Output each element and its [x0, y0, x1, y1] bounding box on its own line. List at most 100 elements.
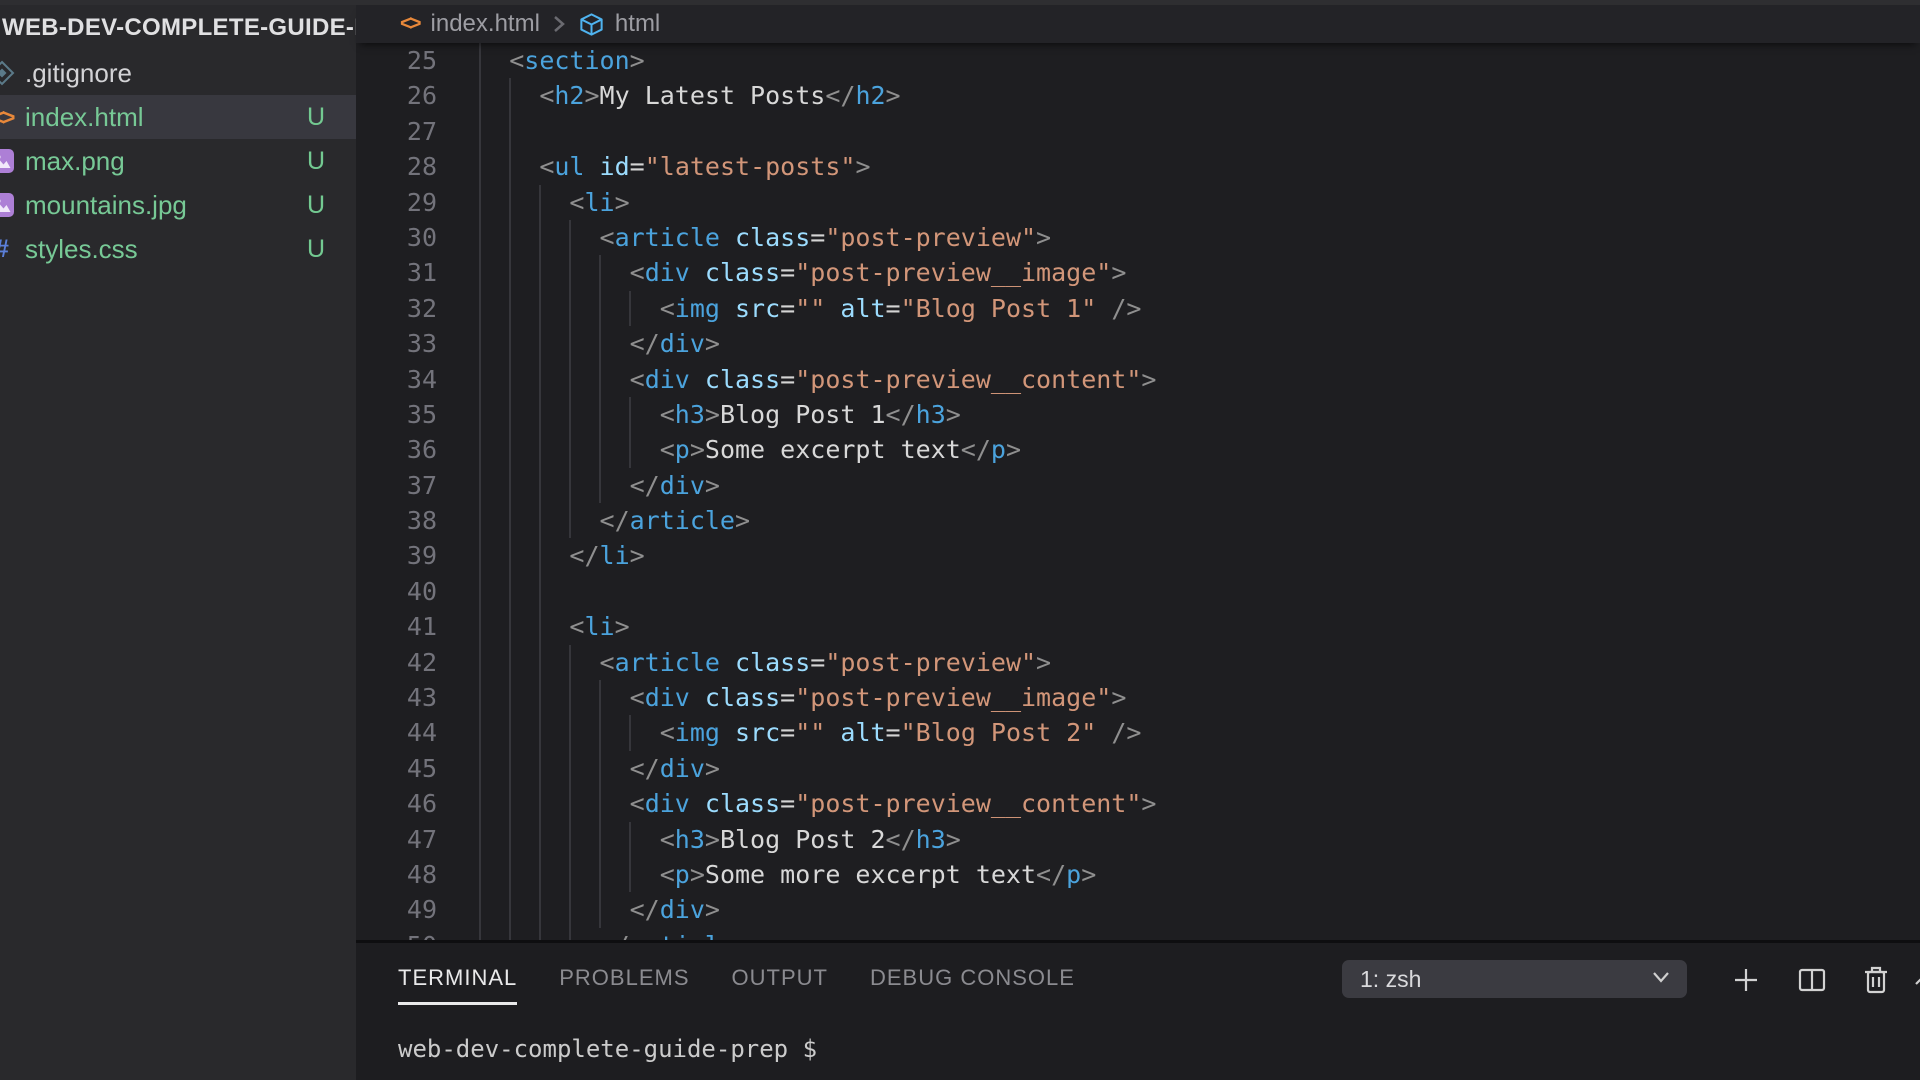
indent-guide: [599, 822, 601, 857]
code-line[interactable]: 46 <div class="post-preview__content">: [356, 786, 1920, 821]
code-content: </div>: [437, 468, 720, 503]
code-line[interactable]: 31 <div class="post-preview__image">: [356, 255, 1920, 290]
code-line[interactable]: 43 <div class="post-preview__image">: [356, 680, 1920, 715]
chevron-up-icon[interactable]: [1910, 964, 1920, 996]
code-line[interactable]: 48 <p>Some more excerpt text</p>: [356, 857, 1920, 892]
code-line[interactable]: 37 </div>: [356, 468, 1920, 503]
explorer-section-header[interactable]: WEB-DEV-COMPLETE-GUIDE-P...: [0, 5, 356, 51]
sidebar-file-index-html[interactable]: <>index.htmlU: [0, 95, 356, 139]
code-line[interactable]: 49 </div>: [356, 892, 1920, 927]
line-number: 26: [356, 78, 437, 113]
indent-guide: [479, 291, 481, 326]
token-tag: p: [1066, 860, 1081, 889]
indent-guide: [479, 362, 481, 397]
token-pun: </: [569, 541, 599, 570]
token-txt: [720, 718, 735, 747]
indent-guide: [629, 857, 631, 892]
indent-guide: [569, 397, 571, 432]
code-line[interactable]: 34 <div class="post-preview__content">: [356, 362, 1920, 397]
indent-guide: [599, 715, 601, 750]
sidebar-file--gitignore[interactable]: .gitignore: [0, 51, 356, 95]
panel-tab-debug-console[interactable]: DEBUG CONSOLE: [870, 953, 1075, 1005]
indent-guide: [509, 220, 511, 255]
line-number: 40: [356, 574, 437, 609]
indent-guide: [479, 574, 481, 609]
sidebar-file-max-png[interactable]: max.pngU: [0, 139, 356, 183]
token-tag: p: [991, 435, 1006, 464]
code-line[interactable]: 29 <li>: [356, 185, 1920, 220]
line-number: 35: [356, 397, 437, 432]
indent-guide: [539, 397, 541, 432]
line-number: 36: [356, 432, 437, 467]
token-tag: article: [615, 223, 720, 252]
code-line[interactable]: 40: [356, 574, 1920, 609]
token-pun: >: [1141, 789, 1156, 818]
token-attr: class: [705, 365, 780, 394]
breadcrumb-file[interactable]: index.html: [431, 10, 540, 38]
token-txt: [825, 294, 840, 323]
explorer-file-list: .gitignore<>index.htmlUmax.pngUmountains…: [0, 51, 356, 271]
code-line[interactable]: 41 <li>: [356, 609, 1920, 644]
code-line[interactable]: 47 <h3>Blog Post 2</h3>: [356, 822, 1920, 857]
indent-guide: [509, 928, 511, 940]
code-line[interactable]: 50 </article>: [356, 928, 1920, 940]
new-terminal-button[interactable]: [1730, 964, 1762, 996]
line-number: 46: [356, 786, 437, 821]
code-line[interactable]: 42 <article class="post-preview">: [356, 645, 1920, 680]
token-pun: >: [705, 329, 720, 358]
token-pun: </: [630, 895, 660, 924]
code-line[interactable]: 26 <h2>My Latest Posts</h2>: [356, 78, 1920, 113]
indent-guide: [509, 149, 511, 184]
token-eq: =: [810, 223, 825, 252]
code-content: <div class="post-preview__content">: [437, 362, 1156, 397]
git-status-badge: U: [307, 103, 325, 132]
code-line[interactable]: 36 <p>Some excerpt text</p>: [356, 432, 1920, 467]
token-pun: />: [1111, 294, 1141, 323]
indent-guide: [629, 715, 631, 750]
indent-guide: [539, 503, 541, 538]
token-pun: >: [946, 400, 961, 429]
code-line[interactable]: 28 <ul id="latest-posts">: [356, 149, 1920, 184]
code-line[interactable]: 25 <section>: [356, 43, 1920, 78]
indent-guide: [539, 822, 541, 857]
token-pun: >: [705, 400, 720, 429]
terminal-panel: TERMINAL PROBLEMS OUTPUT DEBUG CONSOLE 1: z…: [356, 940, 1920, 1080]
panel-tab-problems[interactable]: PROBLEMS: [559, 953, 689, 1005]
code-editor[interactable]: 25 <section>26 <h2>My Latest Posts</h2>2…: [356, 43, 1920, 940]
breadcrumb-symbol[interactable]: html: [615, 10, 660, 38]
code-line[interactable]: 45 </div>: [356, 751, 1920, 786]
code-line[interactable]: 32 <img src="" alt="Blog Post 1" />: [356, 291, 1920, 326]
sidebar-file-styles-css[interactable]: #styles.cssU: [0, 227, 356, 271]
indent-guide: [479, 857, 481, 892]
token-pun: >: [630, 46, 645, 75]
token-eq: =: [810, 648, 825, 677]
code-line[interactable]: 38 </article>: [356, 503, 1920, 538]
indent-guide: [569, 291, 571, 326]
code-line[interactable]: 27: [356, 114, 1920, 149]
terminal-prompt[interactable]: web-dev-complete-guide-prep $: [398, 1035, 1920, 1063]
code-line[interactable]: 30 <article class="post-preview">: [356, 220, 1920, 255]
panel-tab-terminal[interactable]: TERMINAL: [398, 953, 517, 1005]
code-line[interactable]: 35 <h3>Blog Post 1</h3>: [356, 397, 1920, 432]
token-pun: <: [660, 718, 675, 747]
code-line[interactable]: 39 </li>: [356, 538, 1920, 573]
panel-tab-output[interactable]: OUTPUT: [732, 953, 828, 1005]
indent-guide: [539, 928, 541, 940]
token-pun: >: [735, 931, 750, 940]
indent-guide: [539, 291, 541, 326]
token-eq: =: [780, 294, 795, 323]
token-tag: h3: [916, 825, 946, 854]
indent-guide: [629, 397, 631, 432]
token-pun: >: [946, 825, 961, 854]
sidebar-file-mountains-jpg[interactable]: mountains.jpgU: [0, 183, 356, 227]
code-line[interactable]: 44 <img src="" alt="Blog Post 2" />: [356, 715, 1920, 750]
split-terminal-button[interactable]: [1796, 964, 1828, 996]
kill-terminal-button[interactable]: [1860, 964, 1892, 996]
line-number: 49: [356, 892, 437, 927]
terminal-shell-select[interactable]: 1: zsh: [1342, 960, 1687, 998]
line-number: 41: [356, 609, 437, 644]
indent-guide: [599, 432, 601, 467]
code-line[interactable]: 33 </div>: [356, 326, 1920, 361]
token-pun: <: [630, 258, 645, 287]
line-number: 38: [356, 503, 437, 538]
